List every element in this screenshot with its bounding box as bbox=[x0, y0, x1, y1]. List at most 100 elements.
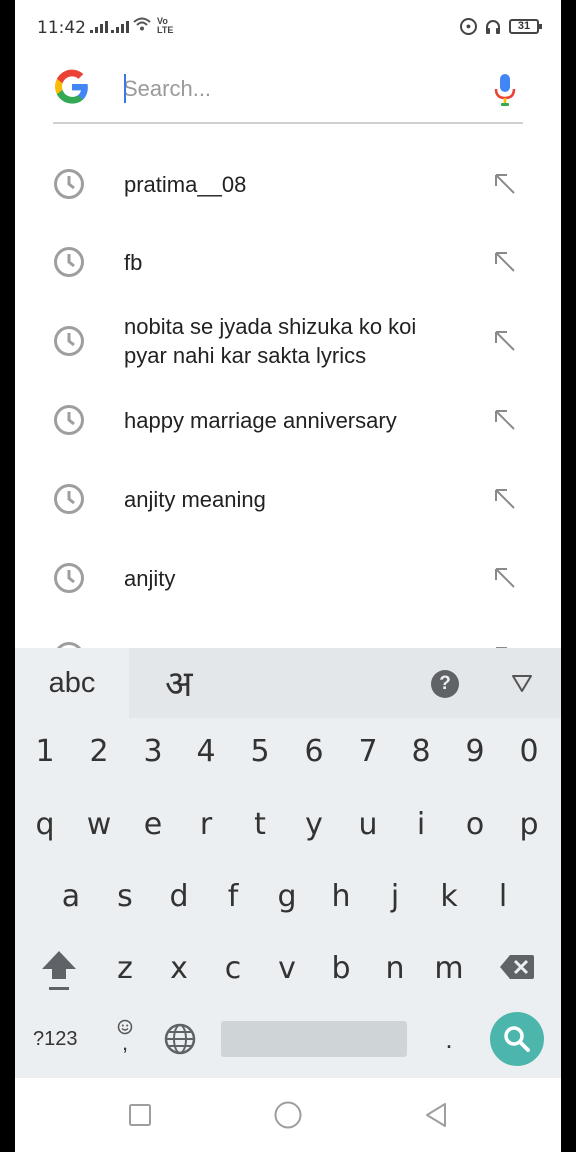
key-a[interactable]: a bbox=[44, 867, 98, 927]
key-1[interactable]: 1 bbox=[18, 722, 72, 782]
letter-row-1: q w e r t y u i o p bbox=[15, 795, 561, 855]
microphone-icon[interactable] bbox=[493, 72, 517, 108]
history-clock-icon bbox=[54, 484, 84, 514]
fill-query-arrow-icon[interactable] bbox=[493, 487, 517, 511]
volte-icon: Vo LTE bbox=[157, 17, 173, 35]
history-clock-icon bbox=[54, 326, 84, 356]
key-f[interactable]: f bbox=[206, 867, 260, 927]
period-key[interactable]: . bbox=[439, 1009, 459, 1069]
key-9[interactable]: 9 bbox=[448, 722, 502, 782]
status-right-icons: ● 31 bbox=[460, 18, 542, 35]
key-d[interactable]: d bbox=[152, 867, 206, 927]
headset-icon bbox=[486, 19, 500, 34]
key-k[interactable]: k bbox=[422, 867, 476, 927]
keyboard-toolbar: abc अ ? bbox=[15, 648, 561, 718]
fill-query-arrow-icon[interactable] bbox=[493, 250, 517, 274]
history-clock-icon bbox=[54, 169, 84, 199]
key-y[interactable]: y bbox=[287, 795, 341, 855]
key-i[interactable]: i bbox=[394, 795, 448, 855]
fill-query-arrow-icon[interactable] bbox=[493, 566, 517, 590]
key-j[interactable]: j bbox=[368, 867, 422, 927]
fill-query-arrow-icon[interactable] bbox=[493, 329, 517, 353]
list-item[interactable]: anjity bbox=[15, 538, 561, 616]
shift-icon[interactable] bbox=[39, 947, 79, 993]
key-5[interactable]: 5 bbox=[233, 722, 287, 782]
language-abc-key[interactable]: abc bbox=[15, 648, 129, 718]
key-s[interactable]: s bbox=[98, 867, 152, 927]
key-e[interactable]: e bbox=[126, 795, 180, 855]
key-x[interactable]: x bbox=[152, 939, 206, 999]
symbols-key[interactable]: ?123 bbox=[33, 1009, 78, 1069]
globe-icon[interactable] bbox=[163, 1022, 197, 1056]
list-item[interactable]: happy marriage anniversary bbox=[15, 380, 561, 458]
key-0[interactable]: 0 bbox=[502, 722, 556, 782]
key-t[interactable]: t bbox=[233, 795, 287, 855]
key-l[interactable]: l bbox=[476, 867, 530, 927]
suggestion-text: pratima__08 bbox=[124, 172, 247, 197]
list-item[interactable]: pratima__08 bbox=[15, 144, 561, 222]
history-clock-icon bbox=[54, 247, 84, 277]
key-w[interactable]: w bbox=[72, 795, 126, 855]
key-c[interactable]: c bbox=[206, 939, 260, 999]
hide-keyboard-icon[interactable] bbox=[511, 672, 533, 694]
history-clock-icon bbox=[54, 405, 84, 435]
battery-icon: 31 bbox=[509, 19, 542, 34]
search-icon bbox=[504, 1026, 530, 1052]
key-3[interactable]: 3 bbox=[126, 722, 180, 782]
key-n[interactable]: n bbox=[368, 939, 422, 999]
emoji-comma-key[interactable]: , bbox=[113, 1013, 137, 1061]
fill-query-arrow-icon[interactable] bbox=[493, 408, 517, 432]
keyboard: abc अ ? 1 2 3 4 5 6 7 8 9 0 q w e r t y … bbox=[15, 648, 561, 1078]
google-logo-icon[interactable] bbox=[53, 68, 91, 106]
key-z[interactable]: z bbox=[98, 939, 152, 999]
key-h[interactable]: h bbox=[314, 867, 368, 927]
screen: 11:42 Vo LTE ● 31 Search... pratima__08 … bbox=[15, 0, 561, 1152]
key-r[interactable]: r bbox=[179, 795, 233, 855]
list-item[interactable]: nobita se jyada shizuka ko koi pyar nahi… bbox=[15, 302, 561, 380]
key-b[interactable]: b bbox=[314, 939, 368, 999]
help-icon[interactable]: ? bbox=[431, 670, 459, 698]
status-time: 11:42 bbox=[37, 18, 86, 38]
signal-icon bbox=[111, 21, 129, 33]
key-2[interactable]: 2 bbox=[72, 722, 126, 782]
fill-query-arrow-icon[interactable] bbox=[493, 172, 517, 196]
key-8[interactable]: 8 bbox=[394, 722, 448, 782]
suggestion-text: anjity meaning bbox=[124, 487, 266, 512]
key-v[interactable]: v bbox=[260, 939, 314, 999]
suggestion-text: fb bbox=[124, 250, 143, 275]
suggestion-list: pratima__08 fb nobita se jyada shizuka k… bbox=[15, 140, 561, 648]
letter-row-3: z x c v b n m bbox=[15, 939, 561, 999]
list-item[interactable]: fb bbox=[15, 222, 561, 300]
suggestion-text: happy marriage anniversary bbox=[124, 408, 397, 433]
space-bar[interactable] bbox=[221, 1021, 407, 1057]
key-p[interactable]: p bbox=[502, 795, 556, 855]
home-icon[interactable] bbox=[273, 1100, 303, 1130]
list-item-partial[interactable] bbox=[15, 617, 561, 648]
key-6[interactable]: 6 bbox=[287, 722, 341, 782]
list-item[interactable]: anjity meaning bbox=[15, 459, 561, 537]
key-7[interactable]: 7 bbox=[341, 722, 395, 782]
key-m[interactable]: m bbox=[422, 939, 476, 999]
text-cursor bbox=[124, 74, 126, 103]
key-g[interactable]: g bbox=[260, 867, 314, 927]
wifi-icon bbox=[133, 17, 151, 31]
search-action-button[interactable] bbox=[490, 1012, 544, 1066]
key-q[interactable]: q bbox=[18, 795, 72, 855]
signal-icon bbox=[90, 21, 108, 33]
comma-label: , bbox=[121, 1030, 129, 1055]
history-clock-icon bbox=[57, 642, 81, 648]
recent-apps-icon[interactable] bbox=[127, 1102, 153, 1128]
key-4[interactable]: 4 bbox=[179, 722, 233, 782]
key-o[interactable]: o bbox=[448, 795, 502, 855]
suggestion-text: anjity bbox=[124, 566, 176, 591]
key-u[interactable]: u bbox=[341, 795, 395, 855]
volte-bottom: LTE bbox=[157, 25, 174, 35]
bottom-row: ?123 , . bbox=[15, 1009, 561, 1069]
language-hindi-key[interactable]: अ bbox=[165, 658, 193, 707]
search-input[interactable] bbox=[123, 74, 453, 104]
search-bar bbox=[53, 62, 523, 124]
letter-row-2: a s d f g h j k l bbox=[15, 867, 561, 927]
back-icon[interactable] bbox=[423, 1102, 449, 1128]
suggestion-text: nobita se jyada shizuka ko koi pyar nahi… bbox=[124, 314, 417, 368]
backspace-icon[interactable] bbox=[499, 953, 535, 981]
